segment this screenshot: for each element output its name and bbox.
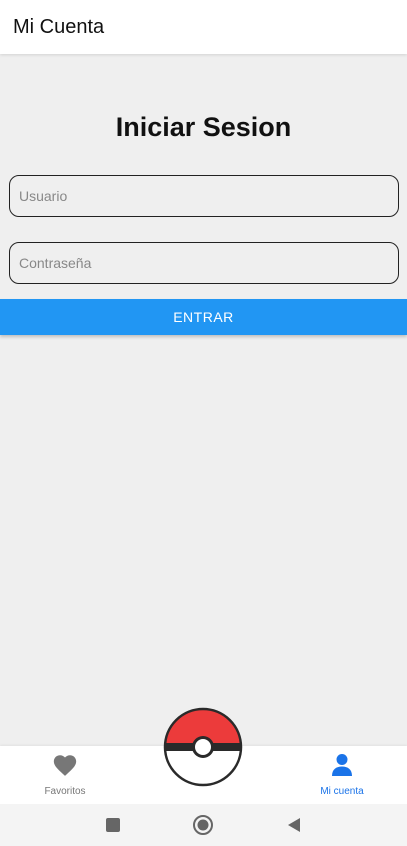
nav-label-my-account: Mi cuenta [320,786,364,797]
nav-item-my-account[interactable]: Mi cuenta [297,746,387,804]
app-bar-title: Mi Cuenta [13,15,105,38]
nav-label-favorites: Favoritos [44,786,86,797]
app-bar: Mi Cuenta [0,0,407,54]
heart-icon [52,752,78,778]
person-icon [331,752,353,778]
enter-button[interactable]: ENTRAR [0,299,407,335]
password-input[interactable] [9,242,399,284]
recent-apps-icon[interactable] [101,813,125,837]
app-screen: Mi Cuenta Iniciar Sesion ENTRAR Favorito… [0,0,407,846]
back-icon[interactable] [282,813,306,837]
login-title: Iniciar Sesion [115,112,292,142]
home-icon[interactable] [191,813,215,837]
nav-item-favorites[interactable]: Favoritos [20,746,110,804]
pokeball-icon[interactable] [163,707,243,787]
system-navigation-bar [0,804,407,846]
username-input[interactable] [9,175,399,217]
